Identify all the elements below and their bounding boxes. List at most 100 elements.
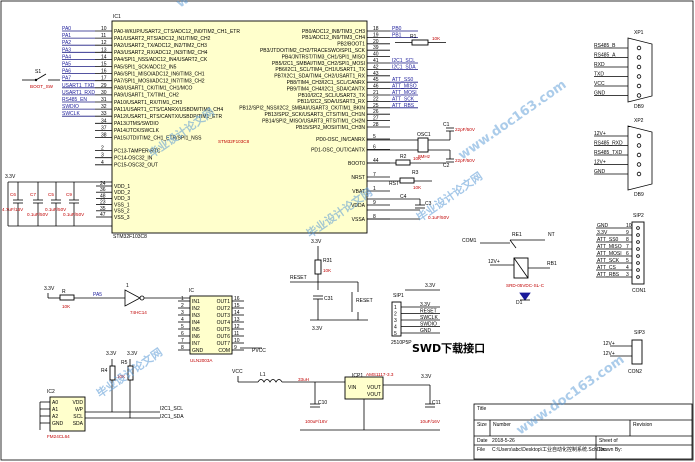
ic-pin-num: 4 [181,317,184,323]
mcu-pin-name: PA13/JTMS/SWDIO [114,121,159,127]
connector-pin-label: ATT_RBS [597,272,620,278]
svg-text:C1: C1 [443,122,450,128]
mcu-pin-num: 15 [101,62,107,68]
svg-text:1: 1 [126,283,129,289]
mcu-pin-name: PA10/USART1_RX/TIM1_CH3 [114,100,182,106]
net-label: PA0 [62,26,71,32]
ic-pin-name: VDD [72,400,83,406]
svg-text:R4: R4 [101,368,108,374]
net-label: PA4 [62,54,71,60]
net-label: ATT_MISO [392,84,417,90]
mcu-pin-name: PD1-OSC_OUT/CANTX [311,147,366,153]
net-label: RS485_EN [62,97,87,103]
svg-text:IC: IC [189,288,194,294]
svg-text:SIP1: SIP1 [393,293,404,299]
mcu-pin-num: 40 [373,52,379,58]
connector-pin-label: ATT_MOSI [597,251,622,257]
power-supply: VCC L1 33uH C10 100uF/16V ICP1 VIN VOUT … [232,369,441,431]
svg-text:R3: R3 [412,170,419,176]
svg-text:SIP2: SIP2 [633,213,644,219]
svg-text:I2C1_SDA: I2C1_SDA [160,414,184,420]
svg-text:RE1: RE1 [512,232,522,238]
mcu-pin-num: 9 [373,200,376,206]
mcu-pin-name: PC14-OSC32_IN [114,156,153,162]
mcu-pin-num: 28 [373,122,379,128]
mcu-pin-num: 45 [373,77,379,83]
svg-text:SRD-05VDC-SL-C: SRD-05VDC-SL-C [506,283,545,288]
mcu-pin-name: PA3/USART2_RX/ADC12_IN3/TIM2_CH4 [114,50,208,56]
connector-pin-label: GND [594,90,606,96]
mcu-pin-name: PA5/SPI1_SCK/ADC12_IN5 [114,64,177,70]
net-label: USART1_RXD [62,90,95,96]
connector-pin-num: 8 [626,237,629,243]
svg-text:DB9: DB9 [634,192,644,198]
mcu-pin-num: 47 [100,212,106,218]
mcu-pin-name: PB13/SPI2_SCK/USART3_CTS/TIM1_CH1N [264,112,365,118]
connector-pin-label: VCC [594,81,605,87]
svg-text:www.doc163.com: www.doc163.com [174,0,288,11]
mcu-pin-name: PB9/TIM4_CH4/I2C1_SDA/CANTX [287,86,366,92]
net-label: PA1 [62,33,71,39]
svg-text:4.7uF/16V: 4.7uF/16V [2,207,24,212]
svg-text:2510P5P: 2510P5P [391,340,412,346]
mcu-pin-num: 34 [101,118,107,124]
svg-text:VIN: VIN [348,385,357,391]
ic-pin-name: OUT6 [217,334,231,340]
svg-text:3.3V: 3.3V [425,283,436,289]
mcu-pin-num: 17 [101,76,107,82]
connector-xp1: XP1 DB9 RS485_B RS485_A RXD TXD VCC GND [594,30,653,110]
decoupling-caps: 3.3V C6 4.7uF/16V C7 0.1uF/50V C5 0.1uF/… [2,174,112,227]
svg-text:Size: Size [477,422,487,428]
mcu-pin-num: 20 [373,39,379,45]
ic-pin-name: OUT2 [217,306,231,312]
ic-pin-name: IN4 [192,320,200,326]
svg-text:RESET: RESET [290,275,307,281]
mcu-pin-name: VSS_2 [114,209,130,215]
swd-title: SWD下载接口 [412,341,485,355]
cap-c5: C5 0.1uF/50V [45,182,67,226]
ic-pin-name: IN5 [192,327,200,333]
svg-text:AMS1117-3.3: AMS1117-3.3 [366,372,394,377]
crystal-osc1: OSC1 8MHz C1 22pF/50V C2 22pF/50V [367,122,476,169]
svg-text:Number: Number [493,422,511,428]
net-label: PA7 [62,76,71,82]
svg-text:3.3V: 3.3V [311,239,322,245]
mcu-pin-num: 35 [100,206,106,212]
net-label: ATT_RBS [392,103,415,109]
svg-text:C31: C31 [324,296,333,302]
svg-text:www.doc163.com: www.doc163.com [456,77,570,163]
ic-pin-num: 2 [181,303,184,309]
net-label: PA3 [62,47,71,53]
svg-text:33uH: 33uH [298,377,309,382]
mcu-pin-name: VSSA [352,217,366,223]
net-label: ATT_SCK [392,96,415,102]
resistor-r1: R1 10K [395,34,446,46]
ic-uln2003: IC ULN2003A IN1 1 IN2 2 IN3 3 IN4 4 IN5 5 IN6 6 IN7 7… [178,288,266,363]
mcu-pin-name: PA6/SPI1_MISO/ADC12_IN6/TIM3_CH1 [114,71,205,77]
boot0-nrst: R2 10K RST R3 10K [367,154,446,190]
mcu-pin-name: BOOT0 [348,161,365,167]
svg-text:R1: R1 [410,34,417,40]
mcu-pin-num: 16 [101,69,107,75]
connector-pin-label: RS485_RXD [594,140,623,146]
connector-pin-label: RS485_TXD [594,150,622,156]
svg-text:10K: 10K [413,185,422,190]
mcu-pin-num: 31 [101,97,107,103]
svg-text:10K: 10K [432,36,441,41]
mcu-pin-name: PB1/ADC12_IN9/TIM3_CH4 [302,35,365,41]
connector-pin-num: 2 [394,311,397,317]
connector-pin-label: TXD [594,71,604,77]
connector-pin-num: 3 [626,272,629,278]
v33-label-c: 3.3V [5,174,16,180]
mcu-pin-name: PA8/USART1_CK/TIM1_CH1/MCO [114,86,193,92]
svg-text:R5: R5 [121,360,128,366]
connector-pin-label: SWCLK [420,315,438,321]
mcu-pin-num: 42 [373,64,379,70]
ic-pin-name: IN6 [192,334,200,340]
ic-pin-name: IN7 [192,341,200,347]
connector-pin-label: GND [420,328,432,334]
mcu-pin-name: VSS_3 [114,215,130,221]
svg-text:毕业设计论文网: 毕业设计论文网 [414,169,485,225]
mcu-pin-num: 37 [101,125,107,131]
svg-text:Sheet of: Sheet of [599,438,618,444]
